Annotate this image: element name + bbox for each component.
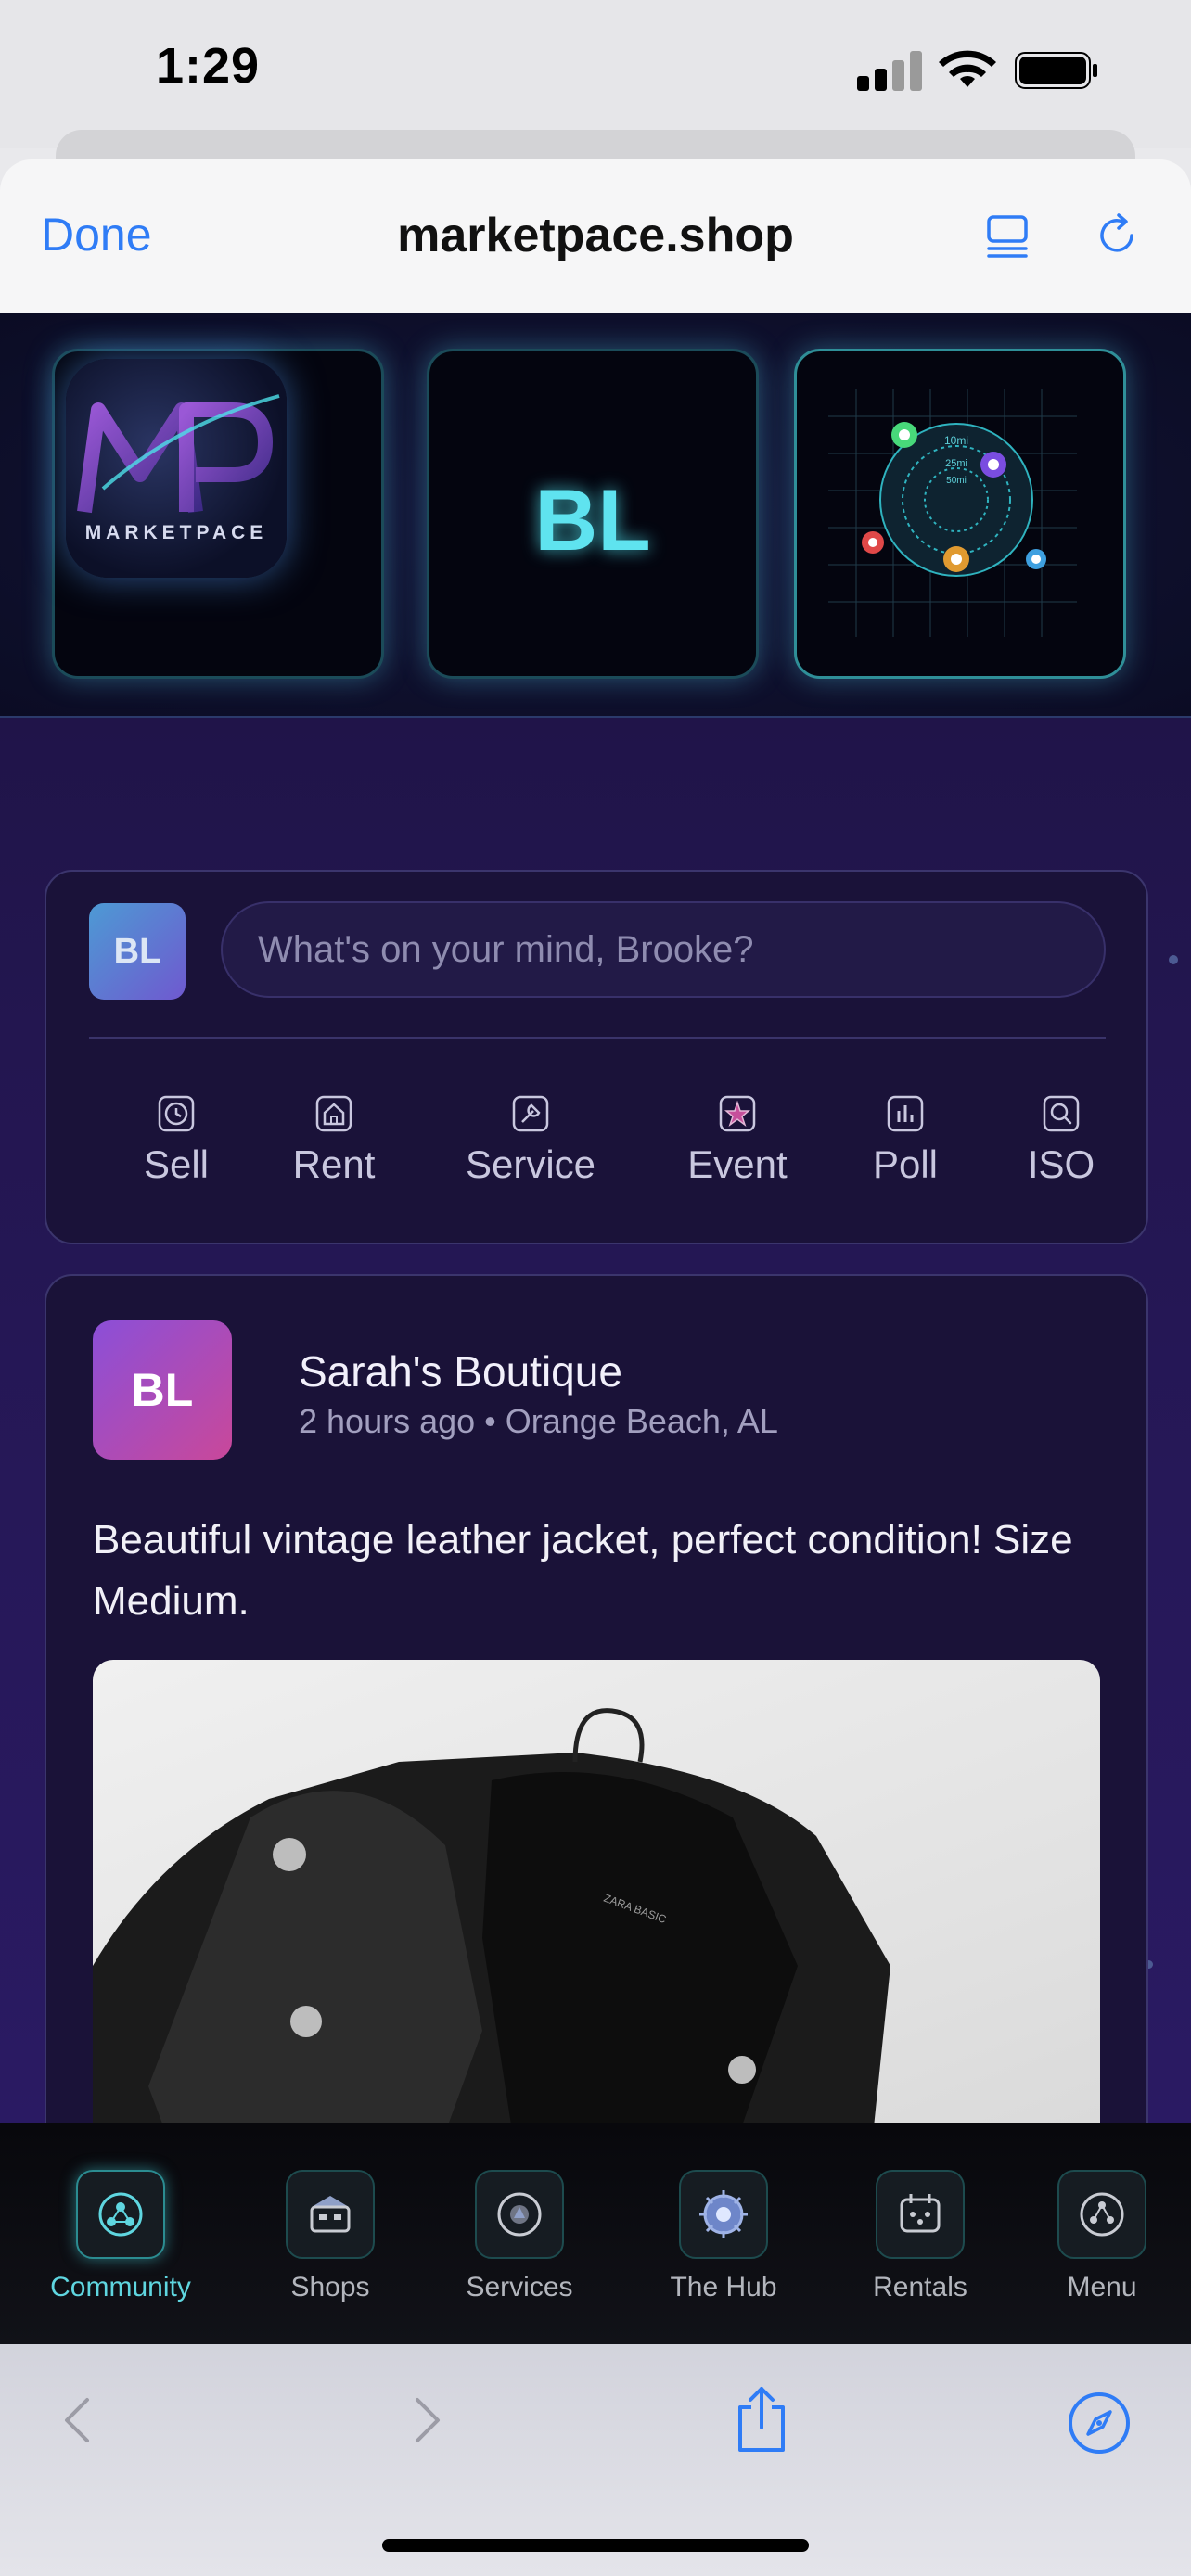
- web-page: MARKETPACE BL 10mi 25mi 50mi BL What's o…: [0, 313, 1191, 2123]
- tab-the-hub[interactable]: The Hub: [640, 2170, 807, 2303]
- browser-toolbar: [0, 2344, 1191, 2576]
- app-tab-bar: Community Shops Services The Hub Rentals…: [0, 2123, 1191, 2344]
- mp-monogram-icon: [77, 394, 280, 514]
- community-icon: [98, 2192, 143, 2237]
- logo-text: MARKETPACE: [84, 522, 268, 543]
- poll-icon: [887, 1095, 924, 1132]
- tab-community[interactable]: Community: [37, 2170, 204, 2303]
- service-icon: [512, 1095, 549, 1132]
- rent-icon: [315, 1095, 352, 1132]
- search-icon: [1043, 1095, 1080, 1132]
- forward-icon[interactable]: [395, 2391, 455, 2450]
- cellular-signal-icon: [857, 48, 922, 91]
- radar-label: 10mi: [944, 434, 968, 447]
- radar-map-card[interactable]: 10mi 25mi 50mi: [794, 349, 1126, 679]
- profile-initials-card[interactable]: BL: [427, 349, 759, 679]
- share-icon[interactable]: [729, 2385, 794, 2454]
- services-icon: [497, 2192, 542, 2237]
- logo-card[interactable]: MARKETPACE: [52, 349, 384, 679]
- particle-dot: [1169, 955, 1178, 964]
- rent-button[interactable]: Rent: [278, 1094, 390, 1187]
- action-label: Event: [687, 1142, 788, 1186]
- divider: [89, 1037, 1106, 1039]
- tab-shops[interactable]: Shops: [247, 2170, 414, 2303]
- tab-rentals[interactable]: Rentals: [837, 2170, 1004, 2303]
- home-indicator: [382, 2539, 809, 2552]
- browser-header: Done marketpace.shop: [0, 159, 1191, 313]
- hero-banner: MARKETPACE BL 10mi 25mi 50mi: [0, 313, 1191, 718]
- status-time: 1:29: [156, 38, 261, 94]
- rentals-icon: [900, 2194, 941, 2233]
- event-button[interactable]: Event: [668, 1094, 807, 1187]
- shops-icon: [310, 2196, 351, 2233]
- tab-label: Shops: [290, 2272, 370, 2302]
- hub-icon: [699, 2190, 748, 2238]
- action-label: Rent: [292, 1142, 376, 1186]
- status-bar: 1:29: [0, 0, 1191, 148]
- wifi-icon: [939, 50, 996, 87]
- marketpace-logo: MARKETPACE: [66, 359, 287, 578]
- action-label: Service: [465, 1142, 596, 1186]
- event-icon: [719, 1095, 756, 1132]
- action-label: Poll: [872, 1142, 939, 1186]
- tab-label: Menu: [1067, 2272, 1137, 2302]
- service-button[interactable]: Service: [447, 1094, 614, 1187]
- post-composer: BL What's on your mind, Brooke? Sell Ren…: [45, 870, 1148, 1244]
- author-avatar[interactable]: BL: [93, 1320, 232, 1460]
- tab-services[interactable]: Services: [436, 2170, 603, 2303]
- action-label: ISO: [1027, 1142, 1095, 1186]
- tab-menu[interactable]: Menu: [1018, 2170, 1185, 2303]
- radar-label: 50mi: [946, 476, 967, 486]
- radar-label: 25mi: [945, 458, 967, 469]
- tab-label: Rentals: [873, 2272, 967, 2302]
- post-card: BL Sarah's Boutique 2 hours ago • Orange…: [45, 1274, 1148, 2123]
- post-image[interactable]: ZARA BASIC: [93, 1660, 1100, 2123]
- reload-icon[interactable]: [1093, 211, 1141, 260]
- leather-jacket-image: ZARA BASIC: [93, 1708, 890, 2123]
- sell-button[interactable]: Sell: [121, 1094, 232, 1187]
- compass-icon[interactable]: [1067, 2391, 1132, 2455]
- iso-button[interactable]: ISO: [1005, 1094, 1117, 1187]
- battery-icon: [1015, 52, 1097, 89]
- menu-icon: [1080, 2192, 1124, 2237]
- reader-tabs-icon[interactable]: [983, 211, 1031, 260]
- post-text: Beautiful vintage leather jacket, perfec…: [93, 1517, 1073, 1624]
- poll-button[interactable]: Poll: [850, 1094, 961, 1187]
- post-meta: 2 hours ago • Orange Beach, AL: [299, 1402, 778, 1440]
- status-input[interactable]: What's on your mind, Brooke?: [221, 901, 1106, 998]
- profile-initials: BL: [534, 471, 651, 568]
- tab-label: Community: [50, 2272, 191, 2302]
- radar-map-icon: 10mi 25mi 50mi: [828, 389, 1077, 637]
- user-avatar[interactable]: BL: [89, 903, 186, 1000]
- sell-icon: [158, 1095, 195, 1132]
- tab-label: The Hub: [670, 2272, 777, 2302]
- action-label: Sell: [143, 1142, 210, 1186]
- tab-label: Services: [466, 2272, 573, 2302]
- author-name[interactable]: Sarah's Boutique: [299, 1346, 622, 1396]
- back-icon[interactable]: [50, 2391, 109, 2450]
